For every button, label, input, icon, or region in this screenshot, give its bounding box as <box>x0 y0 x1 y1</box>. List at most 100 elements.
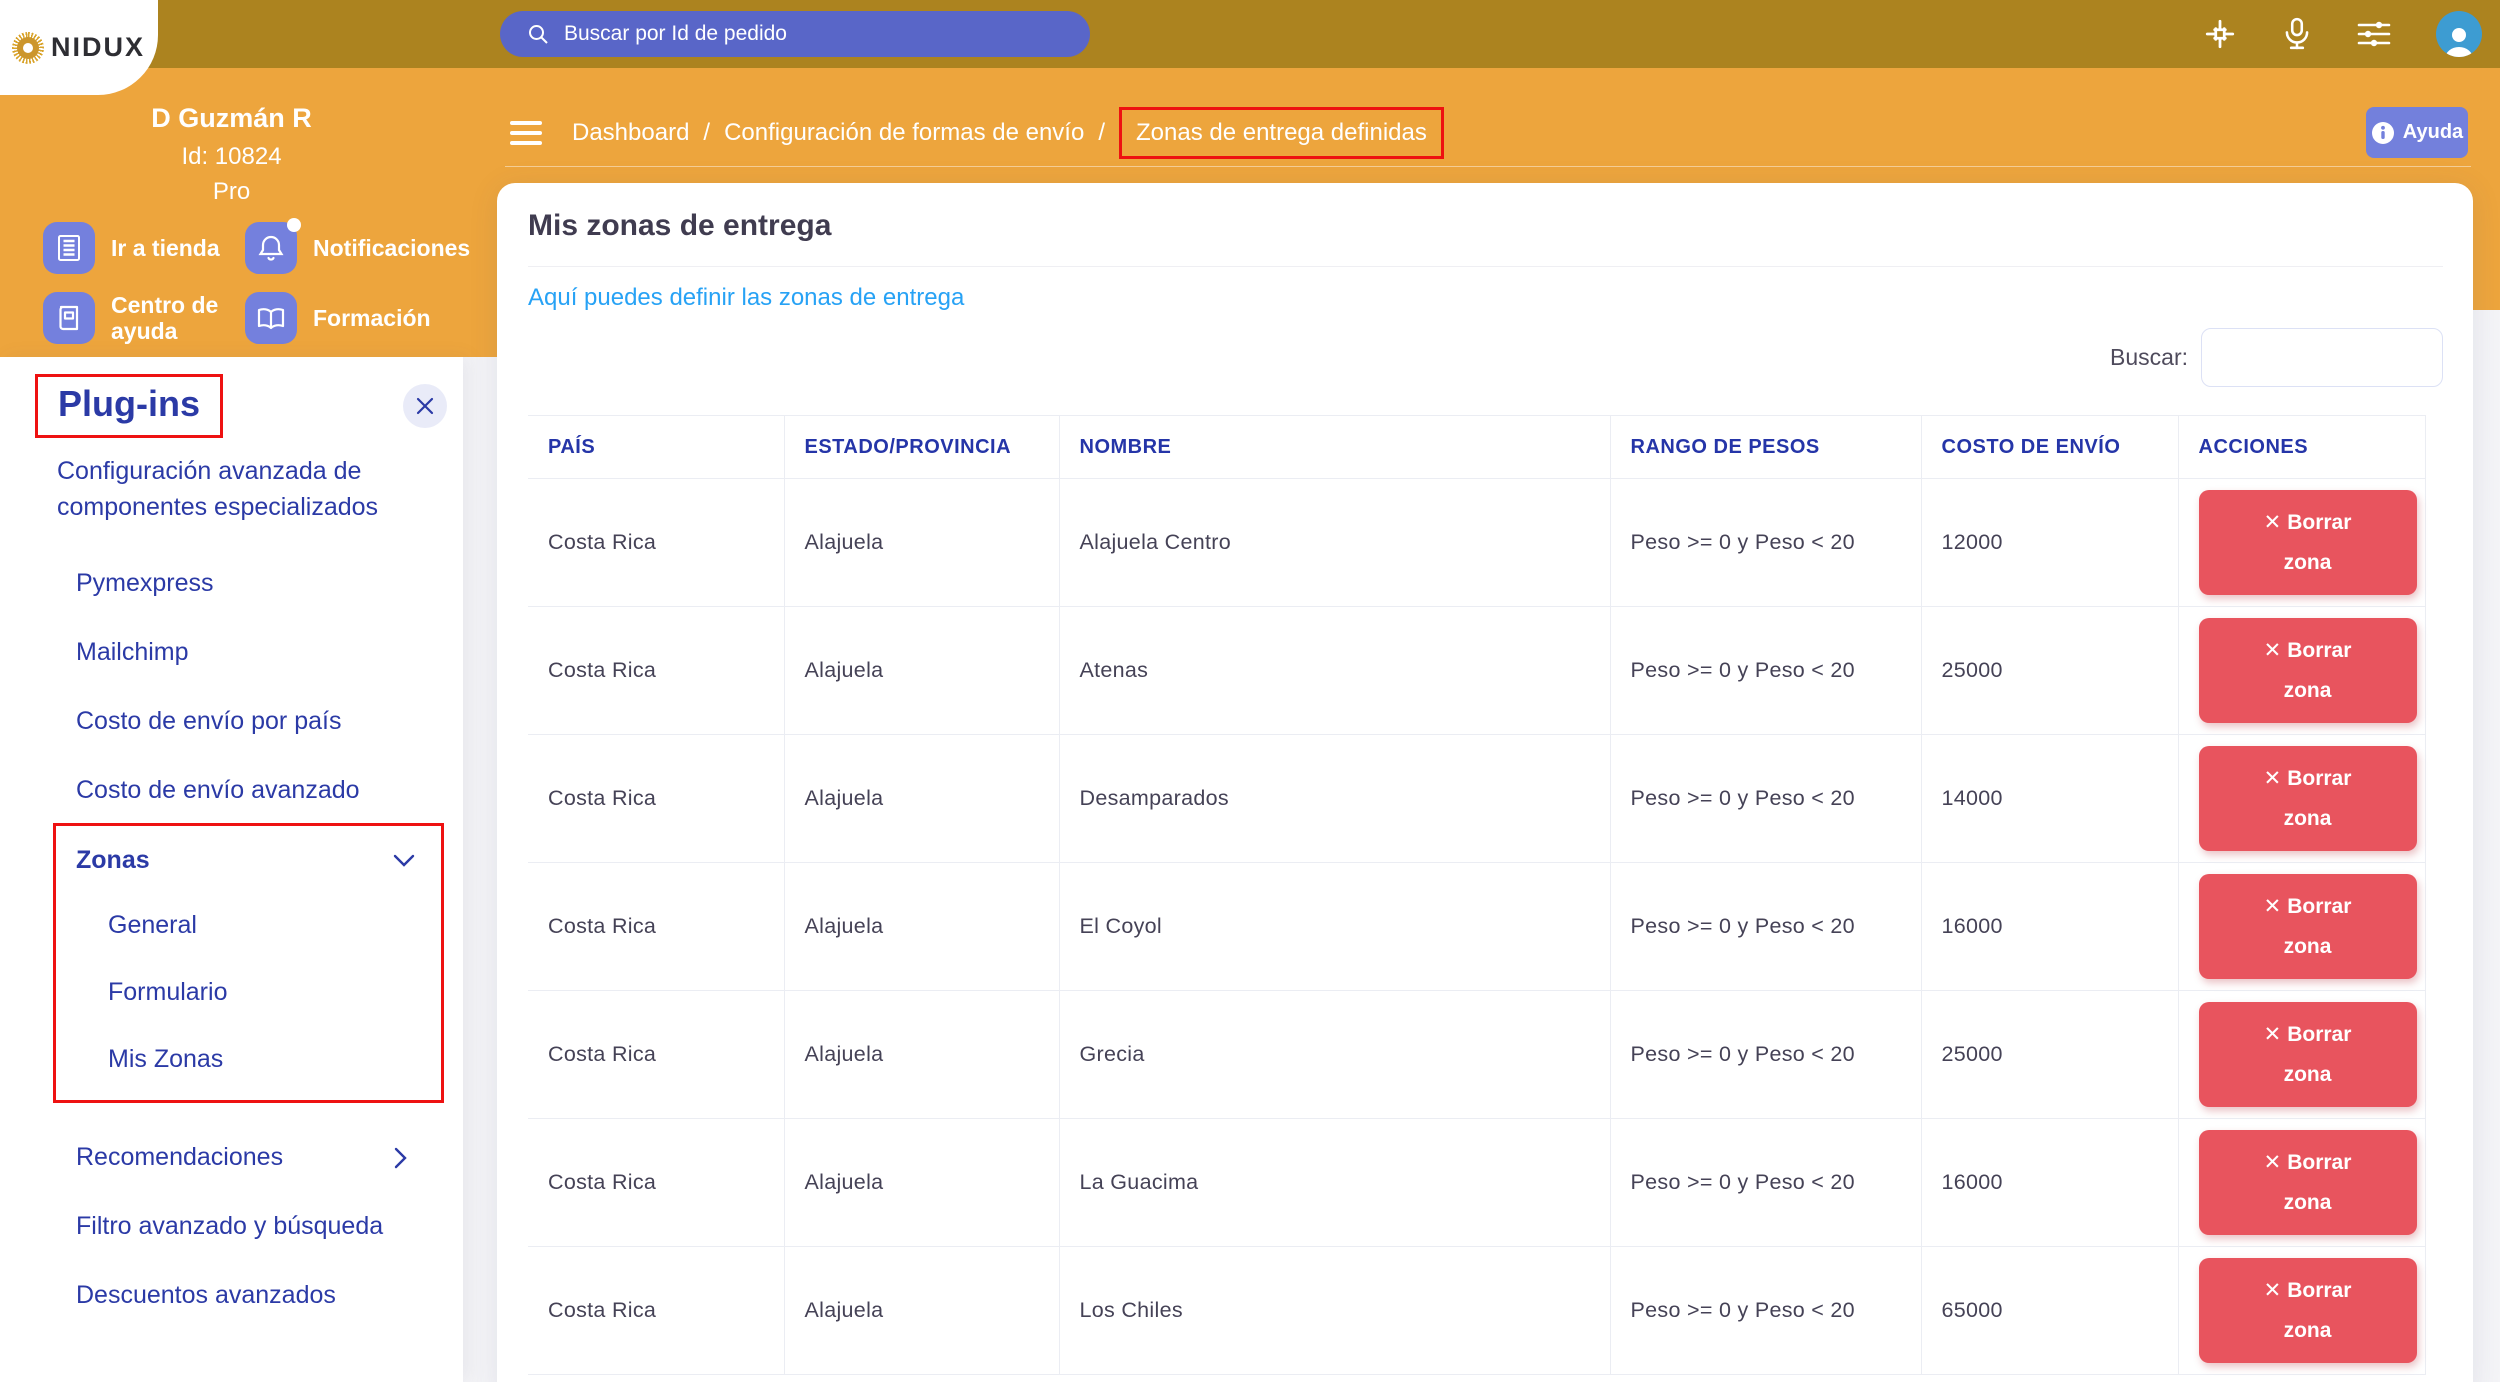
order-search <box>500 11 1090 57</box>
help-center-button[interactable]: Centro de ayuda <box>43 292 245 344</box>
sidebar-item-recomendaciones[interactable]: Recomendaciones <box>76 1143 463 1172</box>
sidebar-item-zonas-mis-zonas[interactable]: Mis Zonas <box>108 1045 441 1074</box>
delete-zone-button[interactable]: ✕Borrar zona <box>2199 874 2417 980</box>
cell-name: Alajuela Centro <box>1059 479 1610 607</box>
delete-zone-button[interactable]: ✕Borrar zona <box>2199 1258 2417 1364</box>
info-icon <box>2371 121 2395 145</box>
training-button[interactable]: Formación <box>245 292 463 344</box>
cell-state: Alajuela <box>784 1119 1059 1247</box>
define-zones-link[interactable]: Aquí puedes definir las zonas de entrega <box>528 284 964 312</box>
breadcrumb-divider <box>505 166 2471 167</box>
cell-range: Peso >= 0 y Peso < 20 <box>1610 479 1921 607</box>
header-acciones[interactable]: ACCIONES <box>2178 416 2425 479</box>
order-search-input[interactable] <box>564 22 1044 46</box>
cell-range: Peso >= 0 y Peso < 20 <box>1610 863 1921 991</box>
annotation-box-plugins: Plug-ins <box>35 374 223 438</box>
table-search-label: Buscar: <box>2110 344 2188 371</box>
sidebar-item-mailchimp[interactable]: Mailchimp <box>76 638 463 667</box>
notifications-button[interactable]: Notificaciones <box>245 222 463 274</box>
cell-cost: 25000 <box>1921 991 2178 1119</box>
x-icon: ✕ <box>2264 895 2282 918</box>
delete-zone-button[interactable]: ✕Borrar zona <box>2199 490 2417 596</box>
bell-icon <box>245 222 297 274</box>
delete-zone-button[interactable]: ✕Borrar zona <box>2199 618 2417 724</box>
person-icon <box>2442 23 2476 57</box>
cell-range: Peso >= 0 y Peso < 20 <box>1610 1247 1921 1375</box>
user-info: D Guzmán R Id: 10824 Pro <box>0 103 463 206</box>
delete-zone-button[interactable]: ✕Borrar zona <box>2199 1002 2417 1108</box>
table-row: Costa Rica Alajuela Atenas Peso >= 0 y P… <box>528 607 2425 735</box>
breadcrumb-dashboard[interactable]: Dashboard <box>572 119 689 147</box>
close-icon[interactable] <box>403 384 447 428</box>
cell-state: Alajuela <box>784 991 1059 1119</box>
cell-country: Costa Rica <box>528 1247 784 1375</box>
cell-country: Costa Rica <box>528 1119 784 1247</box>
compress-icon[interactable] <box>2203 17 2237 51</box>
breadcrumb-trail: Dashboard / Configuración de formas de e… <box>572 107 1444 159</box>
cell-cost: 14000 <box>1921 735 2178 863</box>
sidebar-item-advanced-config[interactable]: Configuración avanzada de componentes es… <box>57 454 392 525</box>
cell-range: Peso >= 0 y Peso < 20 <box>1610 735 1921 863</box>
delete-zone-label: Borrar zona <box>2284 639 2352 702</box>
header-estado-provincia[interactable]: ESTADO/PROVINCIA <box>784 416 1059 479</box>
delete-zone-button[interactable]: ✕Borrar zona <box>2199 1130 2417 1236</box>
cell-name: El Coyol <box>1059 863 1610 991</box>
cell-cost: 65000 <box>1921 1247 2178 1375</box>
header-nombre[interactable]: NOMBRE <box>1059 416 1610 479</box>
help-book-icon <box>43 292 95 344</box>
recomendaciones-label: Recomendaciones <box>76 1143 283 1172</box>
cell-state: Alajuela <box>784 607 1059 735</box>
cell-state: Alajuela <box>784 1247 1059 1375</box>
breadcrumb-current-annotated: Zonas de entrega definidas <box>1119 107 1444 159</box>
table-row: Costa Rica Alajuela La Guacima Peso >= 0… <box>528 1119 2425 1247</box>
sidebar-item-pymexpress[interactable]: Pymexpress <box>76 569 463 598</box>
cell-range: Peso >= 0 y Peso < 20 <box>1610 607 1921 735</box>
cell-range: Peso >= 0 y Peso < 20 <box>1610 991 1921 1119</box>
brand-logo[interactable]: NIDUX <box>0 0 158 95</box>
chevron-down-icon <box>393 854 415 868</box>
notifications-label: Notificaciones <box>313 235 431 261</box>
sidebar-item-descuentos-avanzados[interactable]: Descuentos avanzados <box>76 1281 463 1310</box>
table-search-row: Buscar: <box>528 328 2443 387</box>
sidebar-item-filtro-avanzado[interactable]: Filtro avanzado y búsqueda <box>76 1212 463 1241</box>
delete-zone-button[interactable]: ✕Borrar zona <box>2199 746 2417 852</box>
user-plan-badge: Pro <box>0 178 463 206</box>
settings-sliders-icon[interactable] <box>2357 19 2391 49</box>
cell-state: Alajuela <box>784 863 1059 991</box>
go-to-store-label: Ir a tienda <box>111 235 220 261</box>
breadcrumb-separator: / <box>703 119 710 147</box>
cell-range: Peso >= 0 y Peso < 20 <box>1610 1119 1921 1247</box>
microphone-icon[interactable] <box>2282 17 2312 51</box>
breadcrumb-shipping-config[interactable]: Configuración de formas de envío <box>724 119 1084 147</box>
go-to-store-button[interactable]: Ir a tienda <box>43 222 245 274</box>
delete-zone-label: Borrar zona <box>2284 1151 2352 1214</box>
help-button[interactable]: Ayuda <box>2366 107 2468 158</box>
table-header-row: PAÍS ESTADO/PROVINCIA NOMBRE RANGO DE PE… <box>528 416 2425 479</box>
menu-hamburger-icon[interactable] <box>510 121 542 145</box>
table-row: Costa Rica Alajuela Los Chiles Peso >= 0… <box>528 1247 2425 1375</box>
help-button-label: Ayuda <box>2403 121 2463 144</box>
sidebar-item-zonas-general[interactable]: General <box>108 911 441 940</box>
annotation-box-zonas: Zonas General Formulario Mis Zonas <box>53 823 444 1103</box>
app-root: NIDUX <box>0 0 2500 1382</box>
cell-state: Alajuela <box>784 735 1059 863</box>
header-costo-de-envio[interactable]: COSTO DE ENVÍO <box>1921 416 2178 479</box>
cell-name: La Guacima <box>1059 1119 1610 1247</box>
header-rango-de-pesos[interactable]: RANGO DE PESOS <box>1610 416 1921 479</box>
zonas-label: Zonas <box>76 846 150 875</box>
header-pais[interactable]: PAÍS <box>528 416 784 479</box>
delete-zone-label: Borrar zona <box>2284 511 2352 574</box>
user-avatar[interactable] <box>2436 11 2482 57</box>
sidebar-item-shipping-cost-advanced[interactable]: Costo de envío avanzado <box>76 776 463 805</box>
sidebar-item-zonas[interactable]: Zonas <box>76 846 441 875</box>
cell-cost: 16000 <box>1921 863 2178 991</box>
delete-zone-label: Borrar zona <box>2284 895 2352 958</box>
zones-table: PAÍS ESTADO/PROVINCIA NOMBRE RANGO DE PE… <box>528 415 2426 1375</box>
plugins-sidebar: Plug-ins Configuración avanzada de compo… <box>0 357 463 1382</box>
plugins-title: Plug-ins <box>58 383 200 424</box>
sidebar-item-zonas-formulario[interactable]: Formulario <box>108 978 441 1007</box>
user-id: Id: 10824 <box>0 143 463 171</box>
table-search-input[interactable] <box>2201 328 2443 387</box>
breadcrumb: Dashboard / Configuración de formas de e… <box>497 100 2500 166</box>
sidebar-item-shipping-cost-country[interactable]: Costo de envío por país <box>76 707 463 736</box>
